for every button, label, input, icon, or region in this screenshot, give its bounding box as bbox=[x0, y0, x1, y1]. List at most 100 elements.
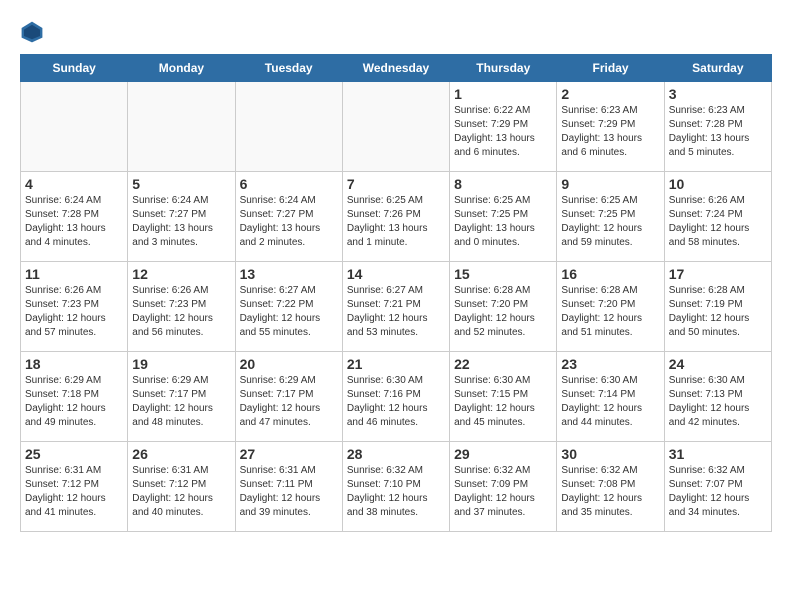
calendar-day: 21 Sunrise: 6:30 AM Sunset: 7:16 PM Dayli… bbox=[342, 352, 449, 442]
day-info: Sunrise: 6:32 AM Sunset: 7:08 PM Dayligh… bbox=[561, 464, 659, 520]
weekday-header-sunday: Sunday bbox=[21, 55, 128, 82]
day-number: 30 bbox=[561, 446, 659, 462]
day-number: 3 bbox=[669, 86, 767, 102]
day-number: 4 bbox=[25, 176, 123, 192]
day-number: 19 bbox=[132, 356, 230, 372]
day-number: 18 bbox=[25, 356, 123, 372]
calendar-day: 19Sunrise: 6:29 AM Sunset: 7:17 PM Dayli… bbox=[128, 352, 235, 442]
day-number: 22 bbox=[454, 356, 552, 372]
day-info: Sunrise: 6:26 AM Sunset: 7:24 PM Dayligh… bbox=[669, 194, 767, 250]
day-info: Sunrise: 6:25 AM Sunset: 7:25 PM Dayligh… bbox=[454, 194, 552, 250]
calendar-day: 23 Sunrise: 6:30 AM Sunset: 7:14 PM Dayli… bbox=[557, 352, 664, 442]
calendar-day: 6Sunrise: 6:24 AM Sunset: 7:27 PM Daylig… bbox=[235, 172, 342, 262]
calendar-day: 17 Sunrise: 6:28 AM Sunset: 7:19 PM Dayli… bbox=[664, 262, 771, 352]
day-info: Sunrise: 6:32 AM Sunset: 7:09 PM Dayligh… bbox=[454, 464, 552, 520]
day-number: 17 bbox=[669, 266, 767, 282]
logo-icon bbox=[20, 20, 44, 44]
calendar-body: 1Sunrise: 6:22 AM Sunset: 7:29 PM Daylig… bbox=[21, 82, 772, 532]
day-number: 12 bbox=[132, 266, 230, 282]
calendar-day: 2 Sunrise: 6:23 AM Sunset: 7:29 PM Daylig… bbox=[557, 82, 664, 172]
day-info: Sunrise: 6:30 AM Sunset: 7:13 PM Dayligh… bbox=[669, 374, 767, 430]
day-info: Sunrise: 6:29 AM Sunset: 7:17 PM Dayligh… bbox=[240, 374, 338, 430]
weekday-header-monday: Monday bbox=[128, 55, 235, 82]
day-info: Sunrise: 6:23 AM Sunset: 7:28 PM Dayligh… bbox=[669, 104, 767, 160]
calendar-day: 9 Sunrise: 6:25 AM Sunset: 7:25 PM Daylig… bbox=[557, 172, 664, 262]
calendar-day: 10 Sunrise: 6:26 AM Sunset: 7:24 PM Dayli… bbox=[664, 172, 771, 262]
calendar-day: 3 Sunrise: 6:23 AM Sunset: 7:28 PM Daylig… bbox=[664, 82, 771, 172]
calendar-day: 27 Sunrise: 6:31 AM Sunset: 7:11 PM Dayli… bbox=[235, 442, 342, 532]
day-number: 6 bbox=[240, 176, 338, 192]
calendar-day: 12 Sunrise: 6:26 AM Sunset: 7:23 PM Dayli… bbox=[128, 262, 235, 352]
calendar-day: 24 Sunrise: 6:30 AM Sunset: 7:13 PM Dayli… bbox=[664, 352, 771, 442]
weekday-header-tuesday: Tuesday bbox=[235, 55, 342, 82]
day-number: 15 bbox=[454, 266, 552, 282]
page-header bbox=[20, 20, 772, 44]
day-info: Sunrise: 6:25 AM Sunset: 7:26 PM Dayligh… bbox=[347, 194, 445, 250]
calendar-week-1: 1Sunrise: 6:22 AM Sunset: 7:29 PM Daylig… bbox=[21, 82, 772, 172]
calendar-day: 13Sunrise: 6:27 AM Sunset: 7:22 PM Dayli… bbox=[235, 262, 342, 352]
calendar-day bbox=[128, 82, 235, 172]
day-number: 16 bbox=[561, 266, 659, 282]
weekday-header-saturday: Saturday bbox=[664, 55, 771, 82]
day-info: Sunrise: 6:30 AM Sunset: 7:14 PM Dayligh… bbox=[561, 374, 659, 430]
calendar-day: 31Sunrise: 6:32 AM Sunset: 7:07 PM Dayli… bbox=[664, 442, 771, 532]
day-number: 27 bbox=[240, 446, 338, 462]
logo bbox=[20, 20, 48, 44]
day-number: 8 bbox=[454, 176, 552, 192]
day-number: 29 bbox=[454, 446, 552, 462]
day-number: 9 bbox=[561, 176, 659, 192]
calendar-day: 29 Sunrise: 6:32 AM Sunset: 7:09 PM Dayli… bbox=[450, 442, 557, 532]
calendar-day: 22 Sunrise: 6:30 AM Sunset: 7:15 PM Dayli… bbox=[450, 352, 557, 442]
day-info: Sunrise: 6:25 AM Sunset: 7:25 PM Dayligh… bbox=[561, 194, 659, 250]
day-info: Sunrise: 6:28 AM Sunset: 7:19 PM Dayligh… bbox=[669, 284, 767, 340]
day-info: Sunrise: 6:29 AM Sunset: 7:18 PM Dayligh… bbox=[25, 374, 123, 430]
calendar-day: 30 Sunrise: 6:32 AM Sunset: 7:08 PM Dayli… bbox=[557, 442, 664, 532]
day-info: Sunrise: 6:30 AM Sunset: 7:15 PM Dayligh… bbox=[454, 374, 552, 430]
day-number: 24 bbox=[669, 356, 767, 372]
calendar-header: SundayMondayTuesdayWednesdayThursdayFrid… bbox=[21, 55, 772, 82]
calendar-week-3: 11 Sunrise: 6:26 AM Sunset: 7:23 PM Dayli… bbox=[21, 262, 772, 352]
day-number: 13 bbox=[240, 266, 338, 282]
day-number: 25 bbox=[25, 446, 123, 462]
calendar-week-5: 25 Sunrise: 6:31 AM Sunset: 7:12 PM Dayli… bbox=[21, 442, 772, 532]
day-number: 28 bbox=[347, 446, 445, 462]
day-number: 7 bbox=[347, 176, 445, 192]
day-number: 2 bbox=[561, 86, 659, 102]
weekday-header-row: SundayMondayTuesdayWednesdayThursdayFrid… bbox=[21, 55, 772, 82]
day-info: Sunrise: 6:31 AM Sunset: 7:11 PM Dayligh… bbox=[240, 464, 338, 520]
weekday-header-thursday: Thursday bbox=[450, 55, 557, 82]
calendar-day: 28Sunrise: 6:32 AM Sunset: 7:10 PM Dayli… bbox=[342, 442, 449, 532]
weekday-header-friday: Friday bbox=[557, 55, 664, 82]
day-info: Sunrise: 6:28 AM Sunset: 7:20 PM Dayligh… bbox=[454, 284, 552, 340]
calendar-day: 7 Sunrise: 6:25 AM Sunset: 7:26 PM Daylig… bbox=[342, 172, 449, 262]
day-info: Sunrise: 6:31 AM Sunset: 7:12 PM Dayligh… bbox=[25, 464, 123, 520]
calendar-day bbox=[235, 82, 342, 172]
day-info: Sunrise: 6:23 AM Sunset: 7:29 PM Dayligh… bbox=[561, 104, 659, 160]
day-number: 21 bbox=[347, 356, 445, 372]
day-number: 20 bbox=[240, 356, 338, 372]
day-number: 1 bbox=[454, 86, 552, 102]
day-number: 23 bbox=[561, 356, 659, 372]
calendar-day bbox=[21, 82, 128, 172]
calendar-day: 11 Sunrise: 6:26 AM Sunset: 7:23 PM Dayli… bbox=[21, 262, 128, 352]
day-info: Sunrise: 6:26 AM Sunset: 7:23 PM Dayligh… bbox=[132, 284, 230, 340]
day-info: Sunrise: 6:32 AM Sunset: 7:07 PM Dayligh… bbox=[669, 464, 767, 520]
day-number: 10 bbox=[669, 176, 767, 192]
day-info: Sunrise: 6:30 AM Sunset: 7:16 PM Dayligh… bbox=[347, 374, 445, 430]
calendar-day: 25 Sunrise: 6:31 AM Sunset: 7:12 PM Dayli… bbox=[21, 442, 128, 532]
day-info: Sunrise: 6:31 AM Sunset: 7:12 PM Dayligh… bbox=[132, 464, 230, 520]
calendar-day: 14Sunrise: 6:27 AM Sunset: 7:21 PM Dayli… bbox=[342, 262, 449, 352]
calendar-table: SundayMondayTuesdayWednesdayThursdayFrid… bbox=[20, 54, 772, 532]
day-info: Sunrise: 6:24 AM Sunset: 7:27 PM Dayligh… bbox=[132, 194, 230, 250]
day-info: Sunrise: 6:27 AM Sunset: 7:21 PM Dayligh… bbox=[347, 284, 445, 340]
calendar-day: 16Sunrise: 6:28 AM Sunset: 7:20 PM Dayli… bbox=[557, 262, 664, 352]
calendar-day: 8 Sunrise: 6:25 AM Sunset: 7:25 PM Daylig… bbox=[450, 172, 557, 262]
day-number: 11 bbox=[25, 266, 123, 282]
calendar-day: 4 Sunrise: 6:24 AM Sunset: 7:28 PM Daylig… bbox=[21, 172, 128, 262]
day-info: Sunrise: 6:24 AM Sunset: 7:28 PM Dayligh… bbox=[25, 194, 123, 250]
calendar-day: 26Sunrise: 6:31 AM Sunset: 7:12 PM Dayli… bbox=[128, 442, 235, 532]
calendar-week-4: 18 Sunrise: 6:29 AM Sunset: 7:18 PM Dayli… bbox=[21, 352, 772, 442]
calendar-day: 1Sunrise: 6:22 AM Sunset: 7:29 PM Daylig… bbox=[450, 82, 557, 172]
day-info: Sunrise: 6:26 AM Sunset: 7:23 PM Dayligh… bbox=[25, 284, 123, 340]
calendar-day bbox=[342, 82, 449, 172]
